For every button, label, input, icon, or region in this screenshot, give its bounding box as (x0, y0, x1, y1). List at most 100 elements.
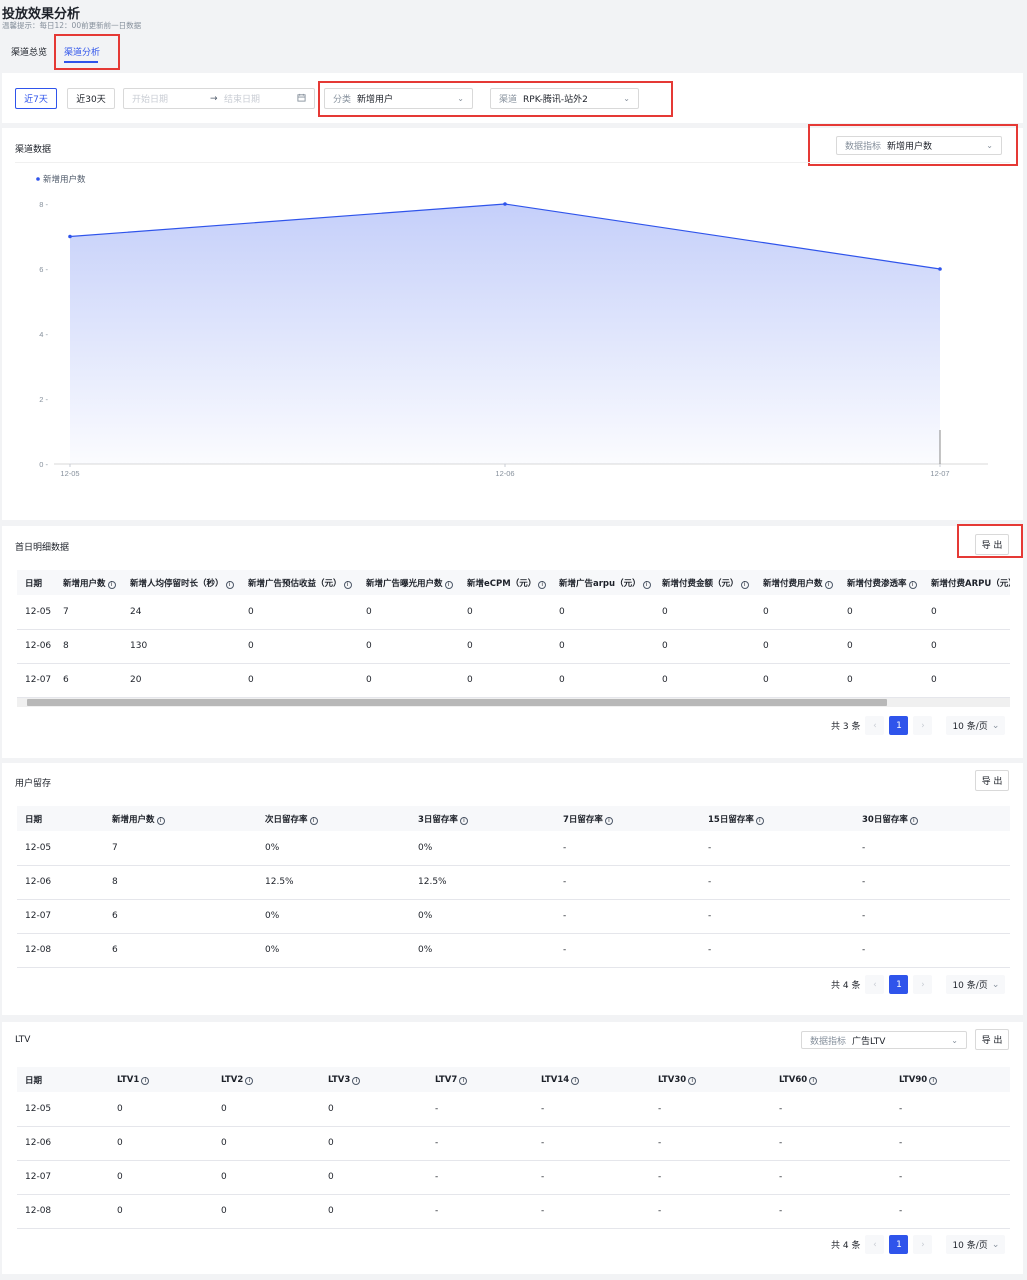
table-row: 12-07 0 0 0- - - - - (17, 1160, 1010, 1195)
total-count: 共 4 条 (831, 1241, 861, 1251)
table-cell: - (555, 933, 700, 968)
info-icon[interactable]: i (571, 1076, 580, 1085)
table-cell: - (771, 1126, 891, 1161)
info-icon[interactable]: i (107, 580, 116, 589)
table-cell: - (891, 1194, 1010, 1229)
page-button[interactable]: 1 (889, 716, 909, 735)
prev-page-button[interactable]: ‹ (865, 975, 885, 994)
metric-select[interactable]: 数据指标 新增用户数 ⌄ (836, 136, 1002, 155)
tab-channel-analysis[interactable]: 渠道分析 (64, 45, 100, 58)
horizontal-scrollbar[interactable] (17, 698, 1010, 707)
info-icon[interactable]: i (824, 580, 833, 589)
info-icon[interactable]: i (343, 580, 352, 589)
column-header: 3日留存率 i (410, 806, 555, 831)
info-icon[interactable]: i (352, 1076, 361, 1085)
info-icon[interactable]: i (809, 1076, 818, 1085)
table-cell: 12-08 (17, 1194, 109, 1229)
y-tick-label: 2 - (39, 395, 48, 404)
ltv-metric-label: 数据指标 (810, 1036, 847, 1047)
info-icon[interactable]: i (642, 580, 651, 589)
info-icon[interactable]: i (245, 1076, 254, 1085)
info-icon[interactable]: i (908, 580, 917, 589)
info-icon[interactable]: i (604, 816, 613, 825)
table-cell: 0 (923, 663, 1010, 698)
column-header: 新增广告曝光用户数 i (358, 570, 459, 595)
table-cell: 0 (358, 629, 459, 664)
table-cell: 0 (240, 663, 358, 698)
info-icon[interactable]: i (740, 580, 749, 589)
prev-page-button[interactable]: ‹ (865, 716, 885, 735)
column-header: LTV60 i (771, 1067, 891, 1092)
table-cell: 130 (122, 629, 240, 664)
table-row: 12-07 6 20 0 0 0 0 0 0 0 0 (17, 663, 1010, 698)
table-cell: - (854, 831, 1010, 866)
table-cell: - (650, 1160, 771, 1195)
scrollbar-thumb[interactable] (27, 699, 887, 706)
next-page-button[interactable]: › (913, 975, 933, 994)
next-page-button[interactable]: › (913, 716, 933, 735)
prev-page-button[interactable]: ‹ (865, 1235, 885, 1254)
metric-value: 新增用户数 (887, 142, 933, 152)
next-page-button[interactable]: › (913, 1235, 933, 1254)
start-date-input[interactable]: 开始日期 (132, 92, 210, 105)
range-30d-button[interactable]: 近30天 (67, 88, 115, 109)
info-icon[interactable]: i (309, 816, 318, 825)
table-cell: 6 (55, 663, 122, 698)
info-icon[interactable]: i (538, 580, 547, 589)
table-cell: - (555, 899, 700, 934)
info-icon[interactable]: i (459, 1076, 468, 1085)
info-icon[interactable]: i (444, 580, 453, 589)
tab-channel-overview[interactable]: 渠道总览 (11, 45, 47, 58)
page-size-label: 10 条/页 (952, 981, 988, 991)
column-header: 新增广告预估收益（元） i (240, 570, 358, 595)
table-cell: 12-06 (17, 865, 104, 900)
info-icon[interactable]: i (909, 816, 918, 825)
ltv-metric-select[interactable]: 数据指标 广告LTV ⌄ (801, 1031, 967, 1049)
info-icon[interactable]: i (156, 816, 165, 825)
info-icon[interactable]: i (929, 1076, 938, 1085)
table-cell: 0% (257, 933, 410, 968)
info-icon[interactable]: i (755, 816, 764, 825)
info-icon[interactable]: i (688, 1076, 697, 1085)
column-header-label: 新增广告曝光用户数 (366, 578, 443, 589)
table-cell: - (533, 1160, 650, 1195)
export-button[interactable]: 导 出 (975, 1029, 1009, 1050)
column-header-label: 新增付费用户数 (763, 578, 823, 589)
export-button[interactable]: 导 出 (975, 770, 1009, 791)
table-cell: - (650, 1194, 771, 1229)
info-icon[interactable]: i (225, 580, 234, 589)
info-icon[interactable]: i (141, 1076, 150, 1085)
retention-card: 用户留存 导 出 日期 新增用户数 i 次日留存率 i 3日留存率 i 7日留存率 i 15日留存… (2, 763, 1023, 1015)
column-header-label: 日期 (25, 578, 43, 589)
date-range-picker[interactable]: 开始日期 → 结束日期 (123, 88, 315, 109)
table-cell: 0 (320, 1194, 427, 1229)
channel-select[interactable]: 渠道 RPK-腾讯-站外2 ⌄ (490, 88, 639, 109)
category-select[interactable]: 分类 新增用户 ⌄ (324, 88, 473, 109)
column-header-label: 新增用户数 (112, 814, 155, 825)
table-cell: 0 (320, 1160, 427, 1195)
table-cell: 0 (654, 595, 755, 630)
page-size-select[interactable]: 10 条/页 ⌄ (946, 1235, 1006, 1254)
table-cell: 6 (104, 899, 257, 934)
table-row: 12-05 0 0 0- - - - - (17, 1092, 1010, 1127)
page-size-select[interactable]: 10 条/页 ⌄ (946, 716, 1006, 735)
table-cell: 0 (213, 1126, 320, 1161)
table-cell: 0 (755, 629, 839, 664)
metric-label: 数据指标 (845, 142, 882, 152)
table-cell: 0 (320, 1126, 427, 1161)
table-row: 12-08 6 0% 0% - - - (17, 933, 1010, 968)
pagination: 共 4 条 ‹ 1 › 10 条/页 ⌄ (831, 1235, 1006, 1254)
table-cell: - (427, 1126, 533, 1161)
export-button[interactable]: 导 出 (975, 534, 1009, 555)
column-header-label: 新增付费金额（元） (662, 578, 739, 589)
page-size-select[interactable]: 10 条/页 ⌄ (946, 975, 1006, 994)
total-count: 共 4 条 (831, 981, 861, 991)
range-7d-button[interactable]: 近7天 (15, 88, 57, 109)
page-button[interactable]: 1 (889, 1235, 909, 1254)
page-button[interactable]: 1 (889, 975, 909, 994)
column-header-label: LTV90 (899, 1074, 928, 1085)
end-date-input[interactable]: 结束日期 (224, 92, 260, 105)
daily-detail-card: 首日明细数据 导 出 日期 新增用户数 i 新增人均停留时长（秒） i 新增广告预估收益（… (2, 524, 1023, 758)
info-icon[interactable]: i (459, 816, 468, 825)
table-cell: 12-05 (17, 831, 104, 866)
